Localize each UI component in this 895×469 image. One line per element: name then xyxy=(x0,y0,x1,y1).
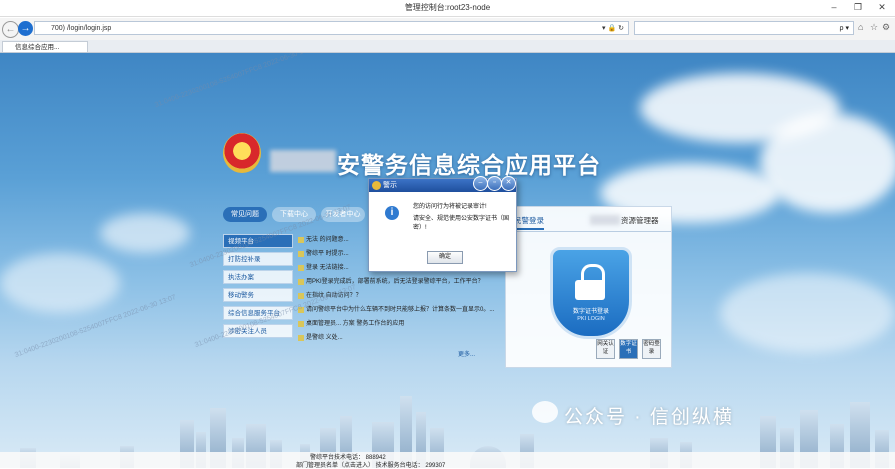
emblem-icon xyxy=(372,181,381,190)
ok-button[interactable]: 确定 xyxy=(427,251,463,264)
dialog-title: 警示 xyxy=(383,182,397,189)
list-item[interactable]: 请问警综平台中为什么车辆不到时只能够上报？计算条数一直显示0。... xyxy=(296,304,504,316)
search-icons: ρ ▾ xyxy=(839,25,849,32)
list-item[interactable]: 用PKI登录完成后，部署前系统，后无法登录警综平台，工作平台？ xyxy=(296,276,504,288)
more-link[interactable]: 更多... xyxy=(458,349,475,358)
shield-label-cn: 数字证书登录 xyxy=(572,309,609,315)
forward-icon[interactable]: → xyxy=(18,21,33,36)
search-input[interactable]: ρ ▾ xyxy=(634,21,854,35)
home-icon[interactable]: ⌂ xyxy=(858,22,863,32)
tab-label: 信息综合应用... xyxy=(15,44,60,51)
list-item[interactable]: 桌面管理员... 方案 警务工作台的应用 xyxy=(296,318,504,330)
dialog-message-2: 请安全、规范使用公安数字证书（国密）! xyxy=(413,216,510,231)
cloud-decoration xyxy=(0,253,120,313)
gateway-auth-button[interactable]: 网关认证 xyxy=(596,339,615,359)
address-bar[interactable]: 700) /login/login.jsp ▾ 🔒 ↻ xyxy=(34,21,629,35)
platform-title: 安警务信息综合应用平台 xyxy=(337,152,601,178)
tab-resource-manager[interactable]: 资源管理器 xyxy=(621,215,659,226)
back-icon[interactable]: ← xyxy=(2,21,19,38)
info-icon: i xyxy=(385,206,399,220)
dialog-restore-button[interactable]: ▫ xyxy=(487,176,502,191)
cloud-decoration xyxy=(760,113,895,213)
window-title: 管理控制台:root23-node xyxy=(404,3,491,12)
police-emblem-icon xyxy=(223,133,261,173)
watermark-text: 31:0400-2230200108-5254007FFC8 2022-06-3… xyxy=(153,53,317,110)
browser-tab[interactable]: 信息综合应用... xyxy=(2,41,88,52)
list-item[interactable]: 是警综 义处... xyxy=(296,332,504,344)
menu-item-patrol-entry[interactable]: 打防控补录 xyxy=(223,252,293,266)
dialog-message-1: 您的访问行为将被记录审计! xyxy=(413,204,487,210)
lock-body-icon xyxy=(575,280,605,300)
tab-strip: 信息综合应用... xyxy=(0,40,895,53)
divider xyxy=(506,231,671,232)
wechat-icon xyxy=(532,401,558,423)
login-panel: 民警登录 资源管理器 数字证书登录 PKI LOGIN 网关认证 数字证书 密码… xyxy=(505,206,672,368)
pki-login-shield[interactable]: 数字证书登录 PKI LOGIN xyxy=(550,247,632,339)
brand-watermark: 公众号 · 信创纵横 xyxy=(564,407,734,428)
dialog-minimize-button[interactable]: – xyxy=(473,176,488,191)
digital-cert-button[interactable]: 数字证书 xyxy=(619,339,638,359)
dialog-titlebar: 警示 – ▫ ✕ xyxy=(369,176,516,192)
address-icons: ▾ 🔒 ↻ xyxy=(602,25,624,32)
cloud-decoration xyxy=(100,213,190,253)
address-text: 700) /login/login.jsp xyxy=(51,25,112,32)
window-titlebar: 管理控制台:root23-node – ❐ ✕ xyxy=(0,0,895,17)
settings-icon[interactable]: ⚙ xyxy=(882,22,890,33)
redacted-block xyxy=(590,215,620,225)
tab-faq[interactable]: 常见问题 xyxy=(223,207,267,222)
page-footer: 警综平台技术电话： 888942 部门管理员名单（点击进入） 技术服务台电话： … xyxy=(0,452,895,469)
maximize-button[interactable]: ❐ xyxy=(846,1,870,14)
cloud-decoration xyxy=(720,273,895,353)
redacted-block xyxy=(270,150,336,172)
tab-police-login[interactable]: 民警登录 xyxy=(514,215,544,230)
close-window-button[interactable]: ✕ xyxy=(870,1,894,14)
browser-toolbar: ← → 700) /login/login.jsp ▾ 🔒 ↻ ρ ▾ ⌂ ☆ … xyxy=(0,18,895,41)
menu-item-mobile-police[interactable]: 移动警务 xyxy=(223,288,293,302)
password-login-button[interactable]: 密码登录 xyxy=(642,339,661,359)
shield-label-en: PKI LOGIN xyxy=(577,316,605,322)
favorites-icon[interactable]: ☆ xyxy=(870,22,878,33)
menu-item-case-handling[interactable]: 执法办案 xyxy=(223,270,293,284)
dialog-close-button[interactable]: ✕ xyxy=(501,176,516,191)
warning-dialog: 警示 – ▫ ✕ i 您的访问行为将被记录审计! 请安全、规范使用公安数字证书（… xyxy=(368,176,517,272)
minimize-button[interactable]: – xyxy=(822,1,846,14)
